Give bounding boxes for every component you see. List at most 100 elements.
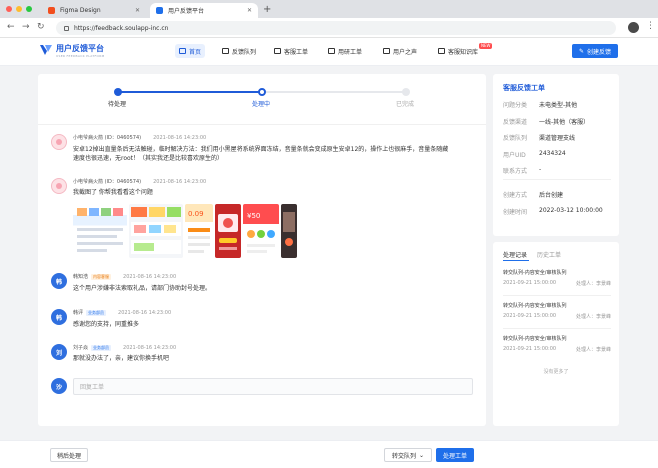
- user-avatar[interactable]: [51, 134, 67, 150]
- record-time: 2021-09-21 15:00:00: [503, 280, 557, 286]
- ticket-icon: [274, 48, 281, 54]
- progress-line-todo: [262, 91, 406, 93]
- nav-research-tickets[interactable]: 用研工单: [324, 44, 366, 58]
- info-row-channel: 反馈渠道 一线-其他（客服）: [503, 117, 589, 126]
- attachment-screenshot[interactable]: [215, 204, 241, 258]
- info-key: 创建时间: [503, 209, 528, 216]
- message-time: 2021-08-16 14:23:00: [153, 179, 207, 185]
- url-text: https://feedback.soulapp-inc.cn: [74, 24, 169, 32]
- record-item[interactable]: 转交队列-内容安全/审核队列 2021-09-21 15:00:00 处理人：李景…: [503, 335, 611, 353]
- attachment-screenshot[interactable]: ¥50: [243, 204, 279, 258]
- info-row-contact: 联系方式 -: [503, 166, 541, 175]
- info-value: 2022-03-12 10:00:00: [539, 207, 603, 214]
- ticket-info-title: 客服反馈工单: [503, 84, 545, 92]
- attachment-screenshot[interactable]: [73, 204, 127, 258]
- nav-label: 客服知识库: [448, 48, 479, 56]
- profile-avatar[interactable]: [628, 22, 639, 33]
- app-logo-icon: [40, 45, 52, 55]
- close-tab-icon[interactable]: ✕: [135, 7, 140, 14]
- close-window-dot[interactable]: [6, 6, 12, 12]
- book-icon: [438, 48, 445, 54]
- message-author: 小电爷病火箭 (ID：0460574): [73, 135, 142, 141]
- app-header: 用户反馈平台 USER FEEDBACK PLATFORM 首页 反馈队列 客服…: [0, 38, 658, 66]
- browser-tab-figma[interactable]: Figma Design ✕: [42, 3, 146, 18]
- divider: [38, 124, 486, 125]
- nav-service-tickets[interactable]: 客服工单: [270, 44, 312, 58]
- brand-name[interactable]: 用户反馈平台: [56, 43, 104, 54]
- reply-input[interactable]: 回复工单: [73, 378, 473, 395]
- forward-icon[interactable]: →: [22, 22, 30, 32]
- attachment-screenshot[interactable]: [281, 204, 297, 258]
- message-meta: 韩评 业务部员 2021-08-16 14:23:00: [73, 309, 171, 316]
- tab-label: Figma Design: [60, 7, 101, 14]
- maximize-window-dot[interactable]: [26, 6, 32, 12]
- transfer-queue-button[interactable]: 转交队列 ⌄: [384, 448, 432, 462]
- brand-subtitle: USER FEEDBACK PLATFORM: [56, 54, 105, 58]
- message-time: 2021-08-16 14:23:00: [123, 345, 177, 351]
- new-badge: NEW: [479, 43, 493, 49]
- message-line: 安卓12掉出直量条后无法触碰，临时解决方法：我们用小黑屋将系统界面冻结，音量条就…: [73, 146, 449, 153]
- record-item[interactable]: 转交队列-内容安全/审核队列 2021-09-21 15:00:00 处理人：李景…: [503, 302, 611, 320]
- attachment-screenshot[interactable]: 0.09: [185, 204, 213, 258]
- record-title: 转交队列-内容安全/审核队列: [503, 270, 567, 276]
- process-later-button[interactable]: 稍后处理: [50, 448, 88, 462]
- message-meta: 小电爷病火箭 (ID：0460574) 2021-08-16 14:23:00: [73, 178, 206, 185]
- message-meta: 韩知浩 内容客服 2021-08-16 14:23:00: [73, 273, 176, 280]
- browser-tab-feedback[interactable]: 用户反馈平台 ✕: [150, 3, 258, 18]
- message-text: 这个用户涉嫌非法索取礼品，请部门协助封号处理。: [73, 285, 212, 292]
- info-key: 反馈队列: [503, 135, 528, 142]
- user-avatar[interactable]: [51, 178, 67, 194]
- message-author: 韩评: [73, 310, 84, 316]
- process-ticket-button[interactable]: 处理工单: [436, 448, 474, 462]
- ticket-info-panel: 客服反馈工单 问题分类 未电类型-其他 反馈渠道 一线-其他（客服） 反馈队列 渠道管…: [493, 74, 619, 236]
- attachment-screenshot[interactable]: [129, 204, 183, 258]
- svg-text:0.09: 0.09: [188, 210, 204, 218]
- nav-home[interactable]: 首页: [175, 44, 206, 58]
- button-label: 转交队列: [391, 452, 416, 460]
- back-icon[interactable]: ←: [7, 22, 15, 32]
- role-tag: 业务部员: [86, 310, 107, 316]
- step-label-pending: 待处理: [108, 101, 127, 108]
- action-bar: 稍后处理 转交队列 ⌄ 处理工单: [0, 440, 658, 468]
- agent-avatar[interactable]: 韩: [51, 273, 67, 289]
- more-options-icon[interactable]: ⋮: [646, 21, 655, 31]
- message-meta: 小电爷病火箭 (ID：0460574) 2021-08-16 14:23:00: [73, 134, 206, 141]
- step-dot-pending: [114, 88, 122, 96]
- nav-feedback-queue[interactable]: 反馈队列: [218, 44, 260, 58]
- new-tab-icon[interactable]: +: [263, 4, 271, 15]
- tab-history-tickets[interactable]: 历史工单: [537, 250, 561, 259]
- screenshot-graphic: [218, 214, 238, 250]
- nav-label: 首页: [189, 48, 202, 56]
- user-voice-icon: [383, 48, 390, 54]
- screenshot-graphic: 0.09: [185, 204, 213, 253]
- record-item[interactable]: 转交队列-内容安全/审核队列 2021-09-21 15:00:00 处理人：李景…: [503, 269, 611, 287]
- record-handler: 处理人：李景峰: [575, 281, 611, 287]
- record-time: 2021-09-21 15:00:00: [503, 313, 557, 319]
- message-time: 2021-08-16 14:23:00: [118, 310, 172, 316]
- close-tab-icon[interactable]: ✕: [247, 7, 252, 14]
- nav-knowledge-base[interactable]: 客服知识库: [434, 44, 482, 58]
- minimize-window-dot[interactable]: [16, 6, 22, 12]
- tab-process-records[interactable]: 处理记录: [503, 250, 527, 259]
- nav-user-voice[interactable]: 用户之声: [379, 44, 421, 58]
- tab-label: 用户反馈平台: [168, 8, 205, 15]
- create-feedback-button[interactable]: ✎ 创建反馈: [572, 44, 618, 58]
- divider: [503, 179, 611, 180]
- reply-placeholder: 回复工单: [80, 384, 105, 391]
- agent-avatar[interactable]: 刘: [51, 344, 67, 360]
- agent-avatar[interactable]: 韩: [51, 309, 67, 325]
- active-tab-indicator: [503, 260, 529, 261]
- role-tag: 业务部员: [91, 345, 112, 351]
- info-value: 一线-其他（客服）: [539, 119, 590, 126]
- create-feedback-label: 创建反馈: [587, 48, 612, 56]
- current-user-avatar[interactable]: 沙: [51, 378, 67, 394]
- info-value: -: [539, 166, 542, 173]
- url-field[interactable]: https://feedback.soulapp-inc.cn: [56, 21, 616, 35]
- message-time: 2021-08-16 14:23:00: [123, 274, 177, 280]
- reload-icon[interactable]: ↻: [37, 22, 45, 32]
- info-value: 未电类型-其他: [539, 102, 578, 109]
- message-text: 我截图了 你帮我看看这个问题: [73, 189, 153, 196]
- info-key: 联系方式: [503, 168, 528, 175]
- app-favicon-icon: [156, 7, 163, 14]
- message-text: 感谢您的支持，同重推多: [73, 321, 140, 328]
